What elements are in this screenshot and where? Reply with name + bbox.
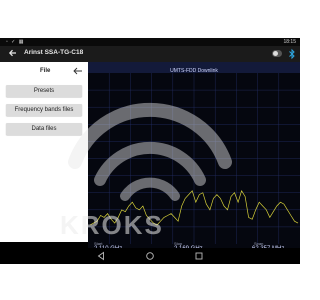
nav-recents-icon[interactable] (194, 251, 204, 261)
app-screen: ▫ ✓ ▦ 18:15 Arinst SSA-TG-C18 UMTS-FDD D… (0, 38, 300, 264)
navigation-bar (0, 248, 300, 264)
status-time: 18:15 (283, 39, 296, 45)
app-title: Arinst SSA-TG-C18 (24, 49, 84, 56)
chart-title: UMTS-FDD Downlink (170, 68, 218, 74)
nav-back-icon[interactable] (96, 251, 106, 261)
app-bar: Arinst SSA-TG-C18 (0, 46, 300, 62)
arrow-left-icon[interactable] (73, 67, 83, 75)
status-icons: ▫ ✓ ▦ (6, 39, 25, 45)
data-files-button[interactable]: Data files (6, 123, 82, 135)
frequency-bands-files-button[interactable]: Frequency bands files (6, 104, 82, 116)
nav-home-icon[interactable] (145, 251, 155, 261)
device-frame: ▫ ✓ ▦ 18:15 Arinst SSA-TG-C18 UMTS-FDD D… (0, 0, 300, 300)
spectrum-chart[interactable] (88, 62, 300, 252)
presets-button[interactable]: Presets (6, 85, 82, 97)
drawer-title: File (40, 68, 51, 74)
bluetooth-icon[interactable] (287, 48, 297, 60)
back-arrow-icon[interactable] (8, 48, 18, 58)
connection-toggle[interactable] (272, 50, 282, 57)
file-drawer: File Presets Frequency bands files Data … (0, 62, 88, 242)
drawer-header: File (0, 62, 88, 78)
status-bar: ▫ ✓ ▦ 18:15 (0, 38, 300, 46)
